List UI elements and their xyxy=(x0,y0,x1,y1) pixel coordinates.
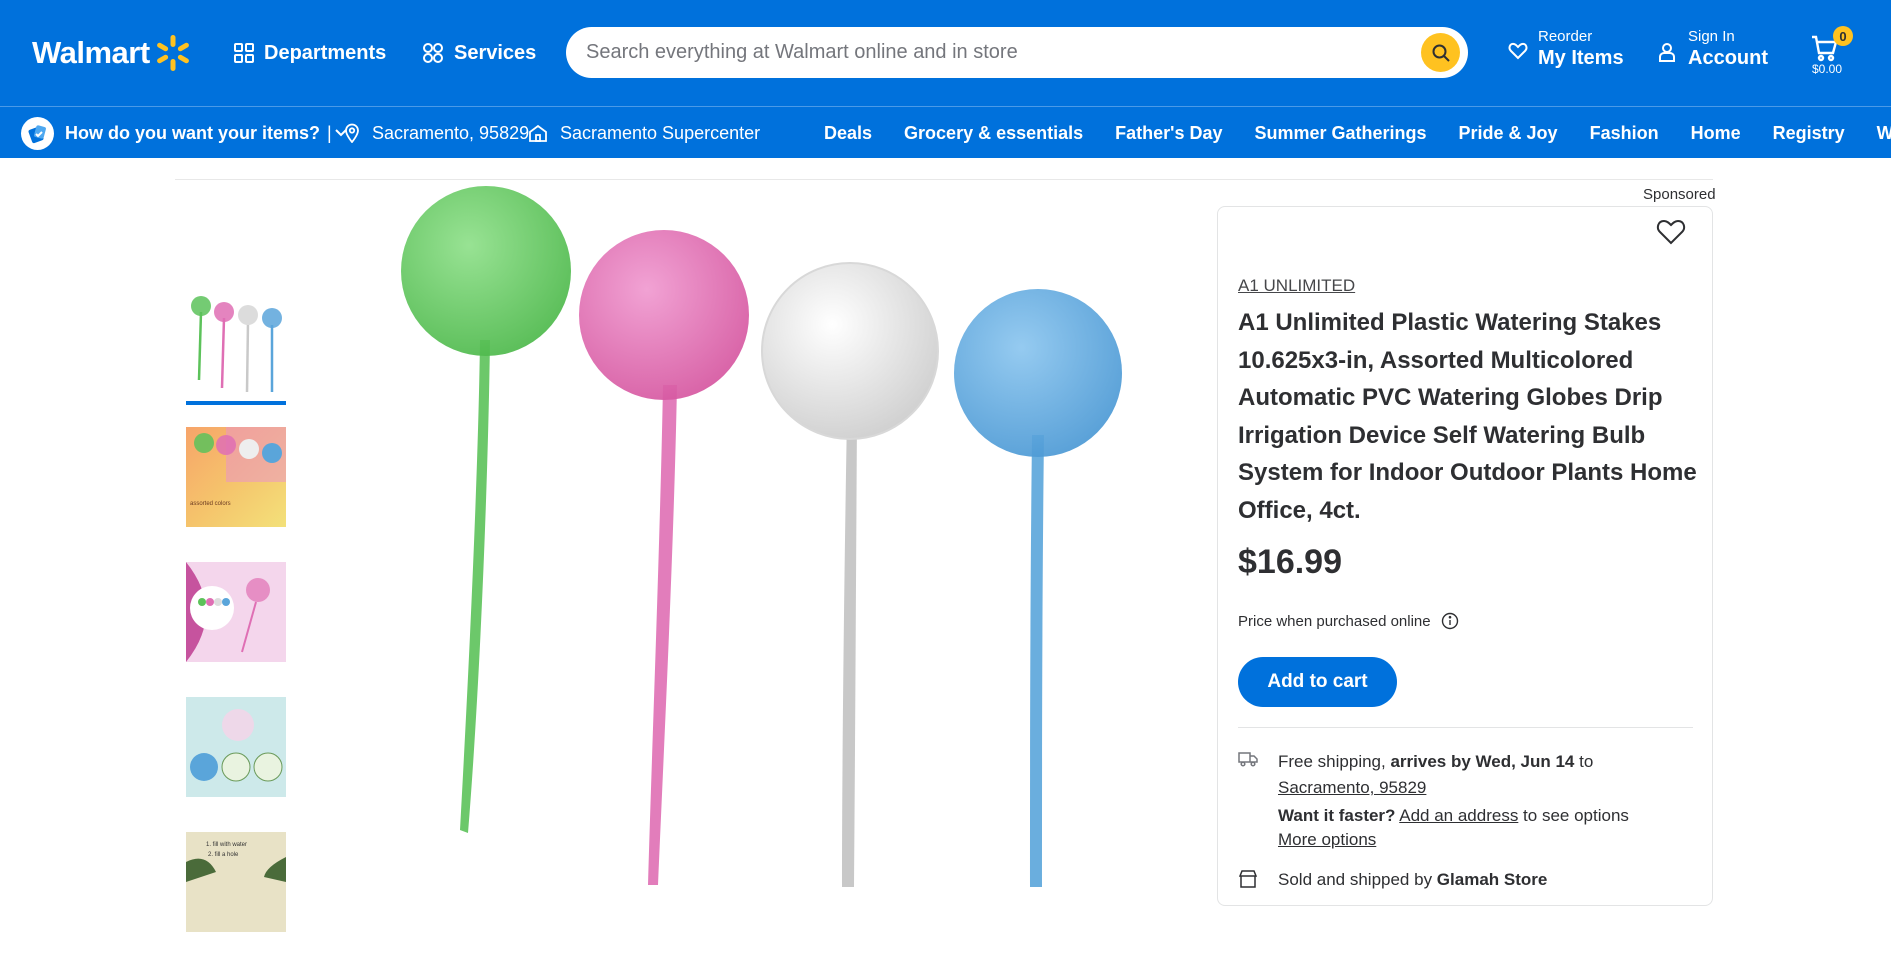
nav-link-registry[interactable]: Registry xyxy=(1773,123,1845,144)
content-divider xyxy=(175,179,1713,180)
price-note: Price when purchased online xyxy=(1238,612,1459,630)
nav-link-grocery[interactable]: Grocery & essentials xyxy=(904,123,1083,144)
shipping-arrival: arrives by Wed, Jun 14 xyxy=(1390,752,1575,771)
search-icon xyxy=(1432,44,1450,62)
card-divider xyxy=(1238,727,1693,728)
secondary-nav: How do you want your items? | Sacramento… xyxy=(0,106,1891,158)
shipping-location-link[interactable]: Sacramento, 95829 xyxy=(1278,778,1426,797)
svg-text:assorted colors: assorted colors xyxy=(190,501,231,507)
selected-thumbnail-indicator xyxy=(186,401,286,405)
cart-button[interactable]: 0 $0.00 xyxy=(1810,26,1860,78)
services-icon xyxy=(423,43,443,63)
add-address-link[interactable]: Add an address xyxy=(1399,806,1518,825)
sign-in-account[interactable]: Sign In Account xyxy=(1658,28,1768,78)
shipping-to: to xyxy=(1574,752,1594,771)
services-button[interactable]: Services xyxy=(422,30,536,76)
grid-icon xyxy=(234,43,254,63)
reorder-small-label: Reorder xyxy=(1538,28,1593,45)
favorite-heart-icon[interactable] xyxy=(1656,218,1686,246)
location-label: Sacramento, 95829 xyxy=(372,122,530,143)
search-button[interactable] xyxy=(1421,33,1460,72)
heart-icon xyxy=(1508,42,1528,60)
signin-small-label: Sign In xyxy=(1688,28,1735,45)
cart-count-badge: 0 xyxy=(1833,26,1853,46)
nav-link-fathers-day[interactable]: Father's Day xyxy=(1115,123,1222,144)
store-small-icon xyxy=(1238,870,1258,888)
nav-link-home[interactable]: Home xyxy=(1691,123,1741,144)
store-selector[interactable]: Sacramento Supercenter xyxy=(528,107,760,159)
sponsored-label: Sponsored xyxy=(1643,186,1716,203)
global-header: Walmart Departments Services Search ever… xyxy=(0,0,1891,106)
thumbnail-3[interactable] xyxy=(186,562,286,662)
fulfillment-icon xyxy=(21,117,54,150)
services-label: Services xyxy=(454,41,537,64)
nav-link-summer-gatherings[interactable]: Summer Gatherings xyxy=(1254,123,1426,144)
shipping-prefix: Free shipping, xyxy=(1278,752,1391,771)
svg-text:2. fill a hole: 2. fill a hole xyxy=(208,852,239,858)
search-bar xyxy=(566,27,1468,78)
info-icon[interactable] xyxy=(1441,612,1459,630)
fulfillment-selector[interactable]: How do you want your items? xyxy=(65,107,348,159)
category-links: Deals Grocery & essentials Father's Day … xyxy=(824,107,1891,159)
thumbnail-1[interactable] xyxy=(186,292,286,392)
nav-link-fashion[interactable]: Fashion xyxy=(1590,123,1659,144)
store-label: Sacramento Supercenter xyxy=(560,122,761,143)
logo-text: Walmart xyxy=(32,35,150,70)
shipping-info: Free shipping, arrives by Wed, Jun 14 to… xyxy=(1278,749,1698,801)
price-note-text: Price when purchased online xyxy=(1238,612,1431,630)
fulfillment-prompt: How do you want your items? xyxy=(65,122,321,143)
thumbnail-list: assorted colors 1. fill with water 2. fi… xyxy=(186,292,286,967)
more-options-link[interactable]: More options xyxy=(1278,830,1376,849)
thumbnail-5[interactable]: 1. fill with water 2. fill a hole xyxy=(186,832,286,932)
search-input[interactable] xyxy=(586,41,1406,64)
subnav-separator: | xyxy=(327,122,332,143)
thumbnail-2[interactable]: assorted colors xyxy=(186,427,286,527)
nav-link-deals[interactable]: Deals xyxy=(824,123,872,144)
svg-text:1. fill with water: 1. fill with water xyxy=(206,842,247,848)
departments-label: Departments xyxy=(264,41,387,64)
main-product-image[interactable] xyxy=(360,185,1160,887)
location-selector[interactable]: Sacramento, 95829 xyxy=(344,107,529,159)
spark-icon xyxy=(156,35,189,71)
walmart-logo[interactable]: Walmart xyxy=(32,30,192,76)
thumbnail-4[interactable] xyxy=(186,697,286,797)
location-pin-icon xyxy=(345,123,359,143)
person-icon xyxy=(1659,43,1675,62)
product-price: $16.99 xyxy=(1238,543,1342,581)
seller-name[interactable]: Glamah Store xyxy=(1437,870,1548,889)
cart-total: $0.00 xyxy=(1812,62,1843,76)
faster-options: Want it faster? Add an address to see op… xyxy=(1278,804,1629,852)
sold-prefix: Sold and shipped by xyxy=(1278,870,1437,889)
add-to-cart-button[interactable]: Add to cart xyxy=(1238,657,1397,707)
product-title: A1 Unlimited Plastic Watering Stakes 10.… xyxy=(1238,309,1697,524)
store-icon xyxy=(529,124,547,142)
reorder-my-items[interactable]: Reorder My Items xyxy=(1508,28,1624,78)
faster-label: Want it faster? xyxy=(1278,806,1396,825)
brand-link[interactable]: A1 UNLIMITED xyxy=(1238,276,1355,296)
nav-link-pride-joy[interactable]: Pride & Joy xyxy=(1459,123,1558,144)
faster-suffix: to see options xyxy=(1518,806,1629,825)
nav-link-walmart-plus[interactable]: Walmart+ xyxy=(1877,123,1891,144)
truck-icon xyxy=(1238,752,1258,767)
signin-big-label: Account xyxy=(1688,47,1768,69)
departments-button[interactable]: Departments xyxy=(234,30,386,76)
sold-by: Sold and shipped by Glamah Store xyxy=(1278,870,1547,890)
reorder-big-label: My Items xyxy=(1538,47,1624,69)
